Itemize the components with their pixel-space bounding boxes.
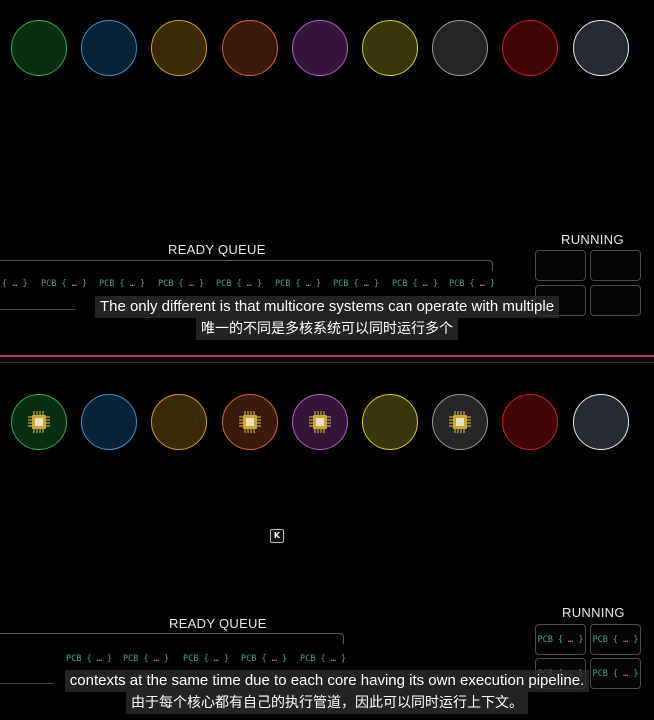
pcb-item: PCB { … } <box>592 634 639 645</box>
subtitle: contexts at the same time due to each co… <box>0 670 654 714</box>
pcb-item: PCB { … } <box>537 634 584 645</box>
pcb-item: { … } <box>2 279 28 289</box>
ready-queue-label: READY QUEUE <box>169 616 267 631</box>
running-slot <box>590 250 641 281</box>
cpu-core-4 <box>221 20 278 76</box>
cpu-chip-icon <box>449 411 472 433</box>
cpu-core-9 <box>572 394 629 450</box>
pcb-item: PCB { … } <box>241 654 288 664</box>
cpu-core-8 <box>502 20 559 76</box>
cpu-chip-icon <box>238 411 261 433</box>
pcb-item: PCB { … } <box>333 279 380 289</box>
running-label: RUNNING <box>562 605 625 620</box>
ready-queue-label: READY QUEUE <box>168 242 266 257</box>
cpu-core-2 <box>81 394 138 450</box>
cpu-core-7 <box>432 20 489 76</box>
cpu-core-3 <box>151 20 208 76</box>
cpu-core-6 <box>362 20 418 76</box>
pcb-item: PCB { … } <box>41 279 88 289</box>
pcb-item: PCB { … } <box>449 279 496 289</box>
cpu-core-7 <box>432 394 489 450</box>
top-panel: READY QUEUE { … } PCB { … } PCB { … } PCB {… <box>0 0 654 355</box>
running-slot <box>535 250 586 281</box>
cpu-core-2 <box>81 20 138 76</box>
subtitle-chinese: 由于每个核心都有自己的执行管道，因此可以同时运行上下文。 <box>126 692 528 714</box>
pcb-item: PCB { … } <box>66 654 113 664</box>
pcb-item: PCB { … } <box>216 279 263 289</box>
cpu-core-5 <box>291 394 348 450</box>
bottom-panel: READY QUEUE PCB { … } PCB { … } PCB { … } P… <box>0 363 654 720</box>
pcb-item: PCB { … } <box>275 279 322 289</box>
cpu-core-9 <box>572 20 629 76</box>
cpu-core-8 <box>502 394 559 450</box>
panel-divider <box>0 355 654 363</box>
subtitle: The only different is that multicore sys… <box>0 296 654 340</box>
cpu-chip-icon <box>308 411 331 433</box>
cpu-chip-icon <box>28 411 50 433</box>
cpu-core-3 <box>151 394 208 450</box>
pcb-item: PCB { … } <box>99 279 146 289</box>
cpu-core-6 <box>362 394 418 450</box>
cpu-core-1 <box>11 20 67 76</box>
pcb-item: PCB { … } <box>123 654 170 664</box>
pcb-item: PCB { … } <box>183 654 230 664</box>
pcb-item: PCB { … } <box>392 279 439 289</box>
pcb-item: PCB { … } <box>300 654 347 664</box>
subtitle-english: The only different is that multicore sys… <box>94 296 560 318</box>
cursor-icon: K <box>270 529 284 543</box>
running-label: RUNNING <box>561 232 624 247</box>
subtitle-english: contexts at the same time due to each co… <box>64 670 590 692</box>
running-slot: PCB { … } <box>535 624 586 655</box>
cpu-core-1 <box>11 394 67 450</box>
ready-queue-track <box>0 633 344 644</box>
running-slot: PCB { … } <box>590 624 641 655</box>
subtitle-chinese: 唯一的不同是多核系统可以同时运行多个 <box>196 318 458 340</box>
cpu-core-5 <box>291 20 348 76</box>
cpu-core-4 <box>221 394 278 450</box>
ready-queue-track <box>0 260 493 271</box>
pcb-item: PCB { … } <box>158 279 205 289</box>
